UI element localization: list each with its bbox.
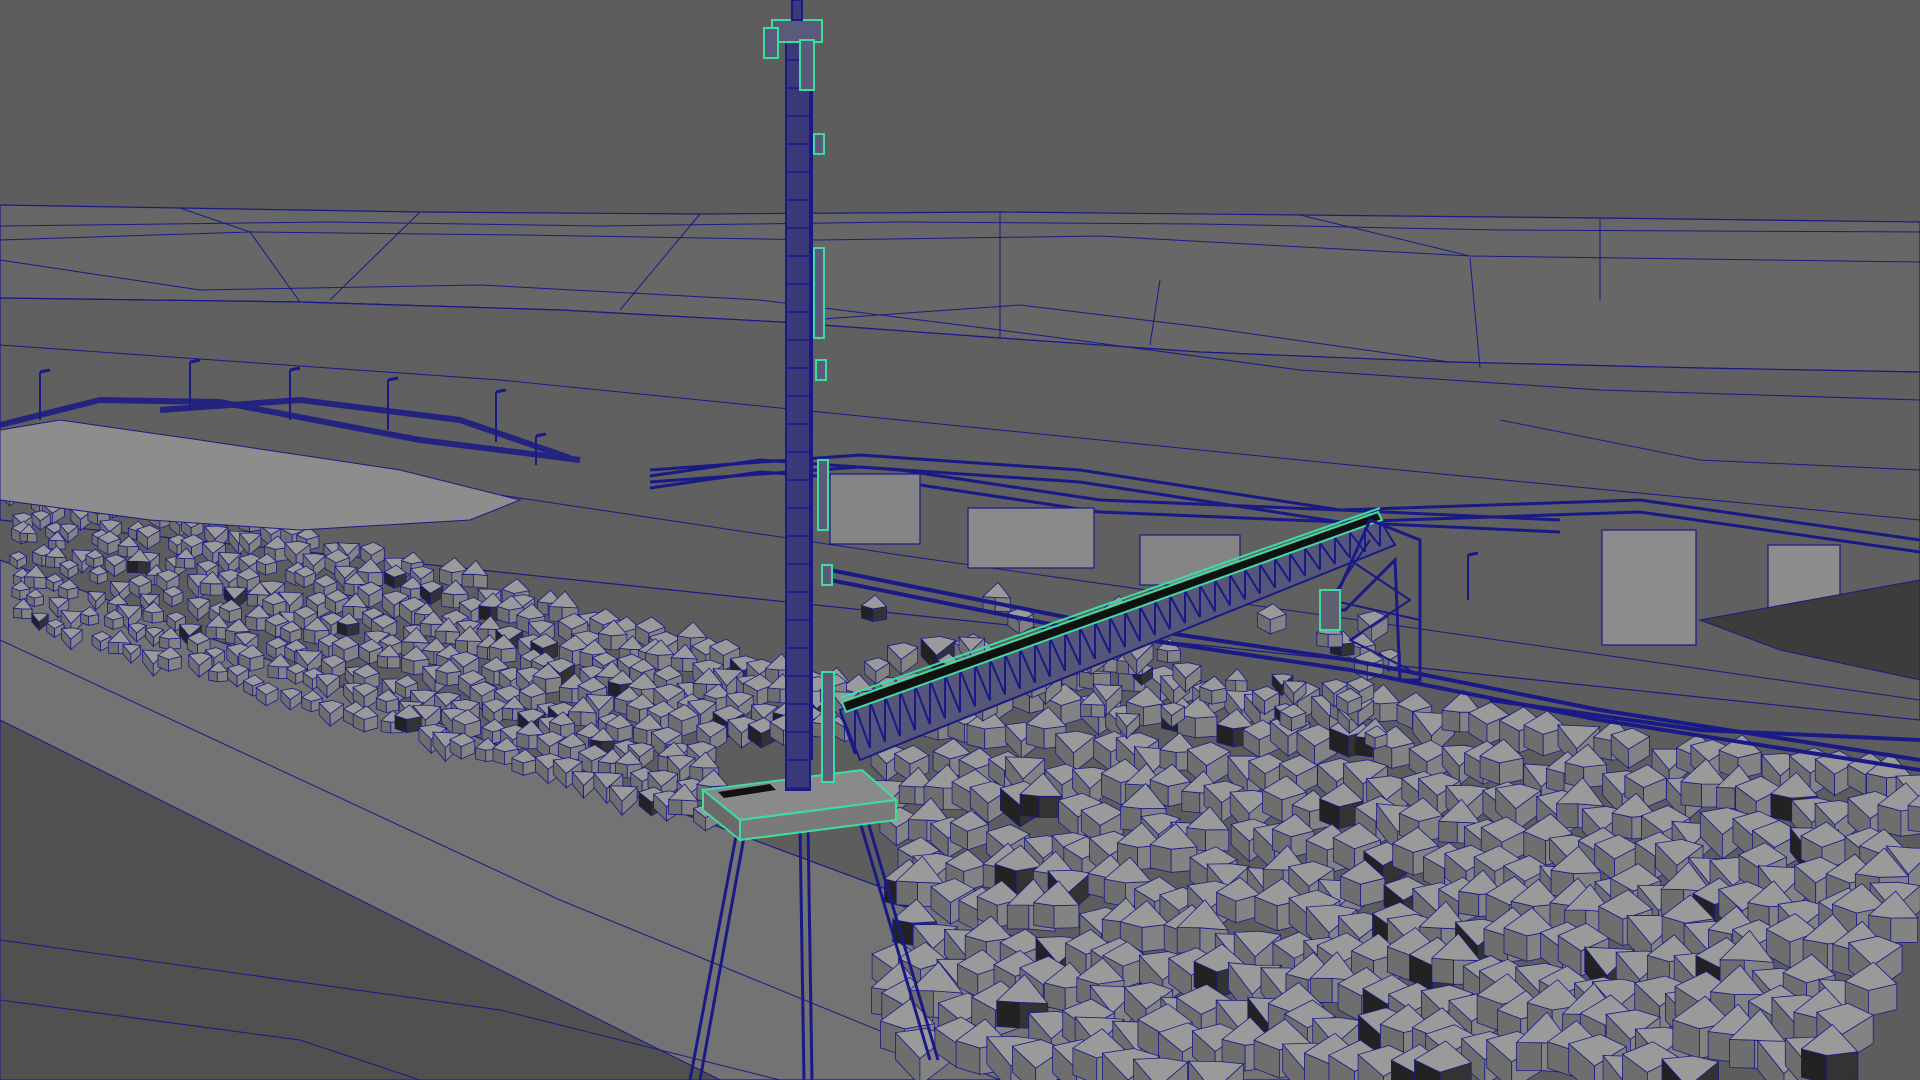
light-pole-head — [289, 366, 301, 372]
rock-cube — [1661, 1055, 1720, 1080]
rock-cube — [1187, 1059, 1245, 1080]
scene-canvas[interactable] — [0, 0, 1920, 1080]
mast-main-pole — [785, 19, 811, 791]
silo-2 — [967, 507, 1095, 569]
mast-antenna — [791, 0, 803, 21]
light-pole-head — [535, 432, 547, 438]
light-pole-head — [387, 376, 399, 382]
viewport-perspective[interactable] — [0, 0, 1920, 1080]
mast-top-cap — [771, 19, 823, 43]
silo-1 — [829, 473, 921, 545]
light-pole-head — [1467, 551, 1479, 557]
rock-cube — [1132, 1057, 1189, 1080]
boom-head-bracket — [1319, 589, 1341, 631]
light-pole-head — [495, 388, 507, 394]
light-pole-head — [189, 358, 201, 364]
light-pole-head — [39, 368, 51, 374]
silo-4 — [1601, 529, 1697, 646]
